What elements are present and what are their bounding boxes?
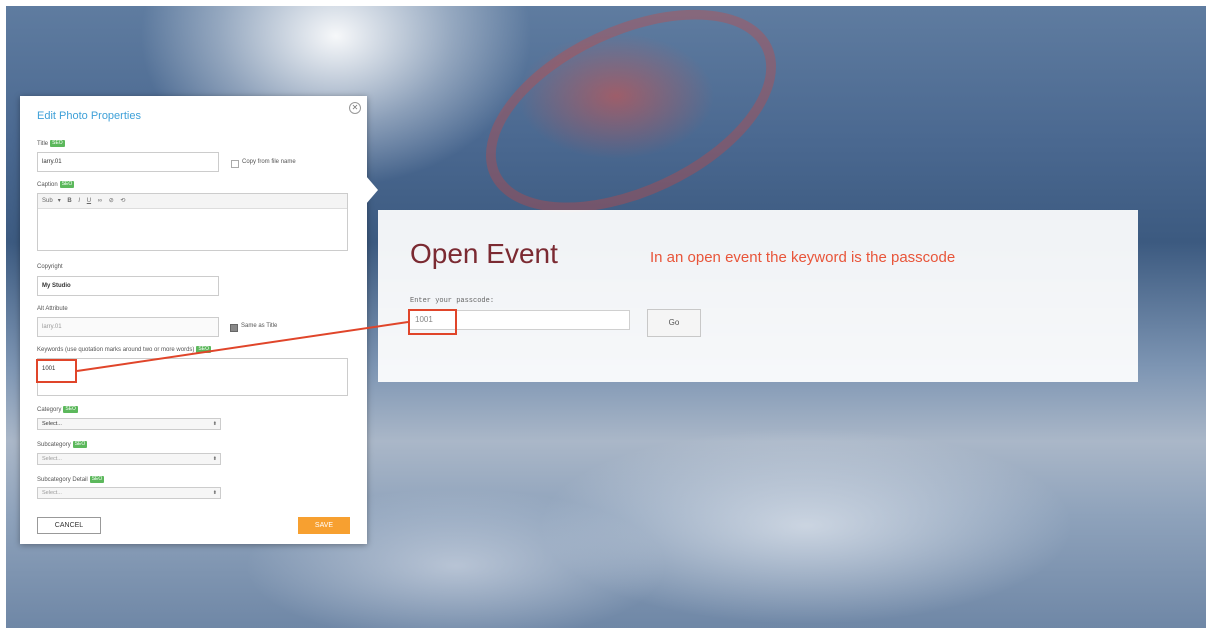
annotation-connector-line <box>76 321 409 372</box>
connector-line <box>76 321 409 372</box>
